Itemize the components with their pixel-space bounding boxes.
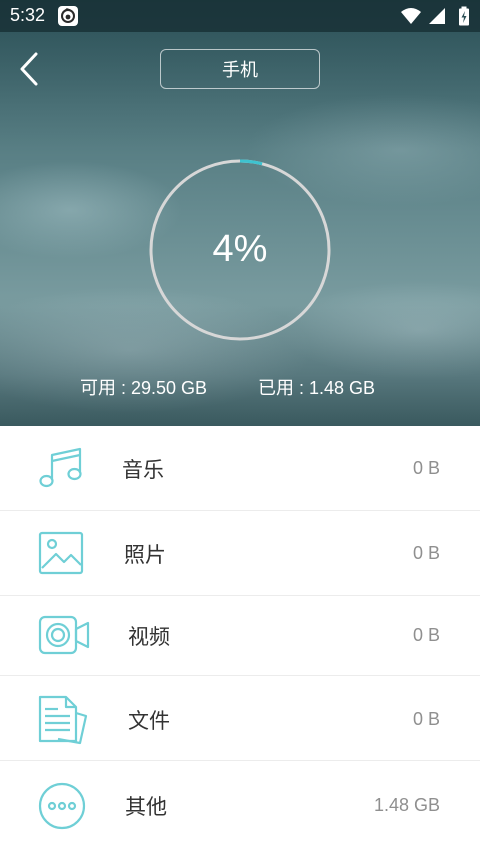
signal-icon	[429, 8, 445, 24]
page-title: 手机	[222, 60, 258, 81]
used-space-label: 已用 : 1.48 GB	[258, 378, 376, 398]
category-size: 0 B	[412, 709, 440, 729]
status-bar: 5:32	[0, 0, 480, 32]
category-row-photos[interactable]: 照片 0 B	[0, 511, 480, 596]
category-row-music[interactable]: 音乐 0 B	[0, 426, 480, 511]
document-icon	[38, 695, 88, 745]
category-row-video[interactable]: 视频 0 B	[0, 596, 480, 676]
more-dots-icon	[38, 782, 86, 830]
status-time: 5:32	[10, 5, 46, 25]
category-label: 文件	[128, 709, 170, 733]
battery-charging-icon	[459, 6, 469, 26]
category-label: 视频	[128, 625, 170, 649]
chevron-left-icon	[20, 52, 38, 86]
category-label: 其他	[125, 795, 167, 819]
available-space-label: 可用 : 29.50 GB	[80, 378, 208, 398]
image-icon	[38, 531, 84, 575]
category-label: 照片	[124, 543, 166, 567]
wifi-icon	[401, 8, 421, 24]
category-label: 音乐	[122, 458, 164, 482]
music-note-icon	[39, 447, 82, 488]
category-size: 0 B	[412, 625, 440, 645]
category-size: 0 B	[412, 458, 440, 478]
app-notification-icon	[58, 6, 78, 26]
storage-device-title[interactable]: 手机	[160, 49, 320, 89]
category-row-files[interactable]: 文件 0 B	[0, 676, 480, 761]
category-size: 0 B	[412, 543, 440, 563]
video-camera-icon	[38, 615, 90, 655]
usage-percent: 4%	[212, 228, 268, 270]
category-size: 1.48 GB	[373, 795, 440, 815]
back-button[interactable]	[14, 50, 48, 88]
category-row-other[interactable]: 其他 1.48 GB	[0, 761, 480, 853]
